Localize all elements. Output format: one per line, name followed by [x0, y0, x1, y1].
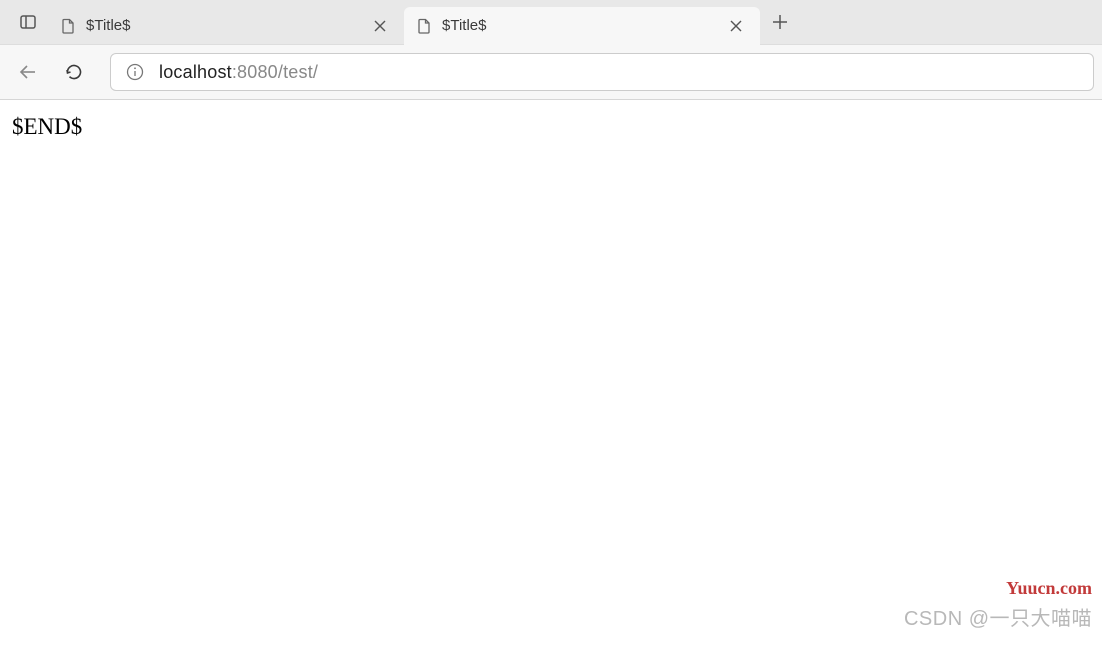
- tab-actions-button[interactable]: [8, 2, 48, 42]
- address-bar[interactable]: localhost:8080/test/: [110, 53, 1094, 91]
- toolbar: localhost:8080/test/: [0, 45, 1102, 100]
- url-host: localhost: [159, 62, 232, 82]
- page-icon: [416, 18, 432, 34]
- watermark-site: Yuucn.com: [1006, 578, 1092, 599]
- page-viewport: $END$: [0, 100, 1102, 154]
- tab-strip: $Title$ $Title$: [0, 0, 1102, 45]
- tab-title: $Title$: [442, 17, 724, 34]
- tab-title: $Title$: [86, 17, 368, 34]
- url-port: :8080: [232, 62, 278, 82]
- close-icon[interactable]: [368, 14, 392, 38]
- new-tab-button[interactable]: [760, 2, 800, 42]
- close-icon[interactable]: [724, 14, 748, 38]
- watermark-attribution: CSDN @一只大喵喵: [904, 602, 1092, 631]
- tab-2[interactable]: $Title$: [404, 7, 760, 45]
- url-path: /test/: [278, 62, 318, 82]
- tab-1[interactable]: $Title$: [48, 7, 404, 45]
- site-info-icon[interactable]: [121, 58, 149, 86]
- page-body-text: $END$: [12, 114, 1090, 140]
- url-text: localhost:8080/test/: [159, 62, 318, 83]
- page-icon: [60, 18, 76, 34]
- refresh-button[interactable]: [54, 52, 94, 92]
- back-button[interactable]: [8, 52, 48, 92]
